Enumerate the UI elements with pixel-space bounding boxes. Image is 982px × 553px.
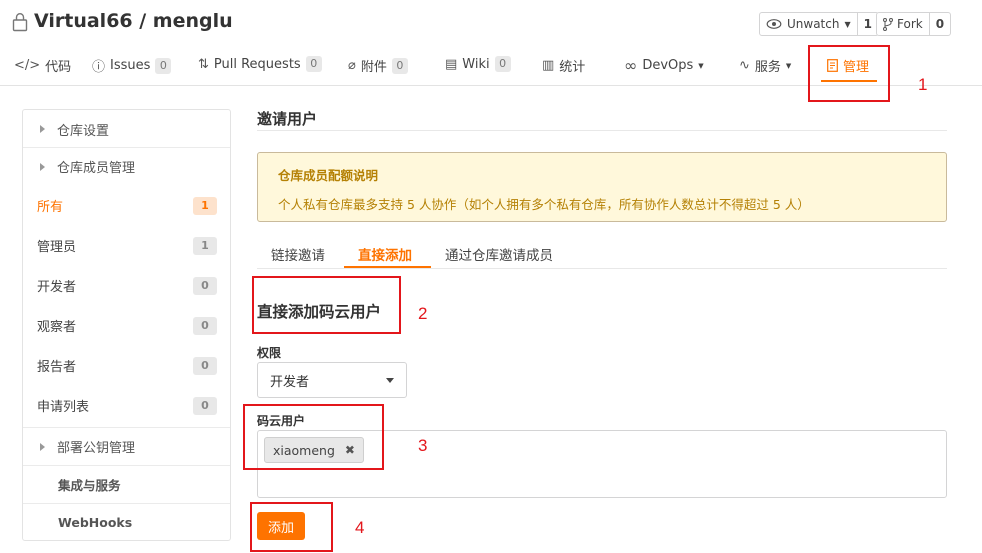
tab-stats[interactable]: ▥ 统计 — [542, 56, 585, 75]
member-filter-label: 申请列表 — [37, 400, 90, 415]
permission-value: 开发者 — [270, 374, 310, 390]
permission-label: 权限 — [257, 346, 282, 360]
member-count-badge: 0 — [193, 396, 217, 415]
eye-icon — [766, 19, 782, 29]
subtab-direct-add[interactable]: 直接添加 — [358, 244, 412, 264]
tab-wiki[interactable]: ▤ Wiki 0 — [445, 56, 511, 72]
tab-badge: 0 — [305, 56, 322, 72]
annotation-box-2 — [252, 276, 401, 334]
sidebar-item-label: WebHooks — [58, 515, 133, 530]
tab-pull-requests[interactable]: ⇅ Pull Requests 0 — [198, 56, 322, 72]
notice-text: 个人私有仓库最多支持 5 人协作（如个人拥有多个私有仓库，所有协作人数总计不得超… — [278, 197, 810, 212]
divider — [257, 268, 947, 269]
fork-label: Fork — [897, 17, 923, 31]
annotation-number-4: 4 — [355, 518, 365, 537]
subtab-link-invite[interactable]: 链接邀请 — [271, 244, 325, 264]
bar-chart-icon: ▥ — [542, 58, 555, 73]
tab-badge: 0 — [494, 56, 511, 72]
tab-label: Issues — [110, 58, 151, 73]
member-count-badge: 1 — [193, 196, 217, 215]
sidebar-item-member-management[interactable]: 仓库成员管理 — [23, 147, 230, 185]
tab-label: DevOps — [642, 58, 694, 73]
tab-badge: 0 — [391, 57, 408, 74]
sidebar-item-deploy-keys[interactable]: 部署公钥管理 — [23, 427, 230, 465]
tab-code[interactable]: </> 代码 — [14, 56, 71, 75]
sidebar-member-all[interactable]: 所有 1 — [37, 196, 217, 215]
member-filter-label: 所有 — [37, 200, 64, 215]
issue-icon: ⓘ — [92, 60, 106, 75]
sidebar-member-developer[interactable]: 开发者 0 — [37, 276, 217, 295]
lock-icon — [12, 13, 28, 32]
sidebar-item-integrations[interactable]: 集成与服务 — [23, 465, 230, 503]
fork-button[interactable]: Fork 0 — [876, 12, 952, 36]
settings-sidebar: 仓库设置 仓库成员管理 所有 1 管理员 1 开发者 0 观察者 0 报告者 0… — [22, 109, 231, 541]
notice-title: 仓库成员配额说明 — [278, 168, 379, 183]
tab-services[interactable]: ∿ 服务 ▼ — [739, 56, 791, 75]
subtab-invite-via-repo[interactable]: 通过仓库邀请成员 — [445, 244, 553, 264]
member-count-badge: 0 — [193, 316, 217, 335]
tab-label: 服务 — [754, 60, 781, 75]
member-filter-label: 观察者 — [37, 320, 77, 335]
quota-notice: 仓库成员配额说明 个人私有仓库最多支持 5 人协作（如个人拥有多个私有仓库，所有… — [257, 152, 947, 222]
repo-title[interactable]: Virtual66 / menglu — [34, 10, 233, 32]
sidebar-member-requests[interactable]: 申请列表 0 — [37, 396, 217, 415]
tab-badge: 0 — [155, 57, 172, 74]
annotation-box-1 — [808, 45, 890, 102]
tab-label: 附件 — [360, 60, 387, 75]
chevron-down-icon: ▼ — [844, 19, 851, 29]
pull-request-icon: ⇅ — [198, 56, 209, 72]
chevron-down-icon: ▼ — [698, 61, 704, 70]
tab-label: Pull Requests — [213, 56, 301, 72]
infinity-icon: ∞ — [624, 56, 638, 75]
annotation-number-3: 3 — [418, 436, 428, 455]
annotation-number-2: 2 — [418, 304, 428, 323]
divider — [257, 130, 947, 131]
sidebar-member-observer[interactable]: 观察者 0 — [37, 316, 217, 335]
member-filter-label: 报告者 — [37, 360, 77, 375]
annotation-box-3 — [243, 404, 384, 470]
pulse-icon: ∿ — [739, 58, 750, 73]
sidebar-item-label: 集成与服务 — [58, 478, 121, 493]
caret-right-icon — [40, 442, 45, 451]
sidebar-member-reporter[interactable]: 报告者 0 — [37, 356, 217, 375]
watch-label: Unwatch — [787, 17, 840, 31]
tab-attachments[interactable]: ⌀ 附件 0 — [348, 56, 408, 75]
tab-label: Wiki — [462, 56, 490, 72]
tab-devops[interactable]: ∞ DevOps ▼ — [624, 56, 704, 75]
chevron-down-icon: ▼ — [785, 61, 792, 70]
annotation-box-4 — [250, 502, 333, 552]
book-icon: ▤ — [445, 56, 458, 72]
tab-issues[interactable]: ⓘ Issues 0 — [92, 56, 172, 75]
sidebar-item-repo-settings[interactable]: 仓库设置 — [23, 110, 230, 148]
member-count-badge: 0 — [193, 356, 217, 375]
watch-count[interactable]: 1 — [856, 13, 878, 35]
page-title: 邀请用户 — [257, 110, 318, 128]
sidebar-item-label: 仓库成员管理 — [57, 161, 136, 176]
dropdown-arrow-icon — [386, 377, 394, 383]
fork-count[interactable]: 0 — [928, 13, 950, 35]
tab-label: 统计 — [559, 60, 586, 75]
paperclip-icon: ⌀ — [348, 58, 356, 73]
watch-button[interactable]: Unwatch ▼ 1 — [759, 12, 879, 36]
caret-right-icon — [40, 125, 45, 133]
code-icon: </> — [14, 58, 41, 73]
sidebar-member-admin[interactable]: 管理员 1 — [37, 236, 217, 255]
sidebar-item-webhooks[interactable]: WebHooks — [23, 503, 230, 541]
fork-icon — [883, 17, 893, 31]
member-filter-label: 管理员 — [37, 240, 77, 255]
member-count-badge: 0 — [193, 276, 217, 295]
member-filter-label: 开发者 — [37, 280, 77, 295]
sidebar-item-label: 部署公钥管理 — [57, 441, 136, 456]
caret-right-icon — [40, 162, 45, 171]
member-count-badge: 1 — [193, 236, 217, 255]
annotation-number-1: 1 — [918, 75, 928, 94]
permission-select[interactable]: 开发者 — [257, 362, 407, 398]
active-subtab-indicator — [344, 266, 431, 268]
sidebar-item-label: 仓库设置 — [57, 123, 110, 139]
tab-label: 代码 — [45, 60, 72, 75]
